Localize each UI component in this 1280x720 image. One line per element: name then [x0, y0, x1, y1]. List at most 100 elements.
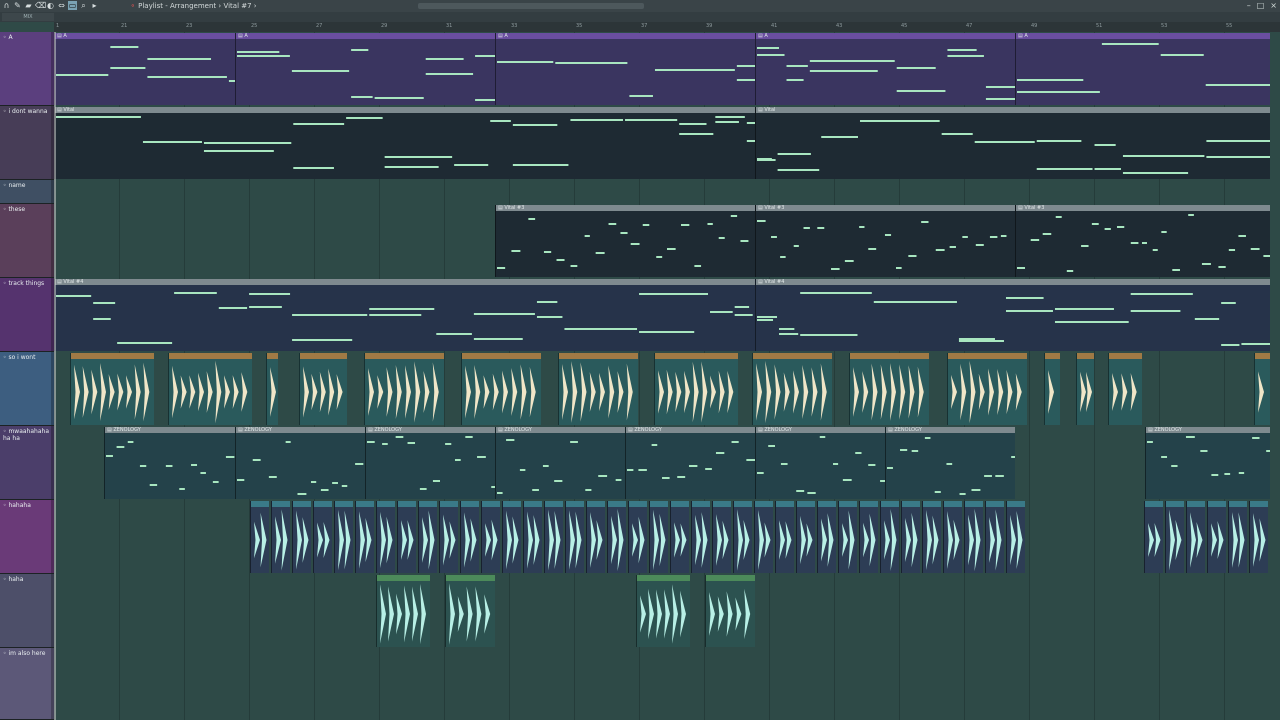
audio-clip-hahaha[interactable]: [943, 501, 962, 573]
clip-vital-3[interactable]: ▤ Vital #3: [1015, 205, 1270, 277]
play-icon[interactable]: ▸: [90, 1, 99, 10]
horizontal-scrollbar[interactable]: [418, 3, 644, 9]
zoom-icon[interactable]: ⌕: [79, 1, 88, 10]
audio-clip-so-i-wont[interactable]: [1044, 353, 1060, 425]
audio-clip-hahaha[interactable]: [544, 501, 563, 573]
snap-selector[interactable]: MIX: [2, 13, 54, 21]
pattern-name[interactable]: Vital #7: [223, 2, 251, 10]
draw-icon[interactable]: ✎: [13, 1, 22, 10]
clip-A[interactable]: ▤ A: [54, 33, 235, 105]
audio-clip-hahaha[interactable]: [817, 501, 836, 573]
paint-icon[interactable]: ▰: [24, 1, 33, 10]
audio-clip-hahaha[interactable]: [250, 501, 269, 573]
audio-clip-so-i-wont[interactable]: [461, 353, 541, 425]
audio-clip-hahaha[interactable]: [838, 501, 857, 573]
audio-clip-hahaha[interactable]: [292, 501, 311, 573]
audio-clip-hahaha[interactable]: [985, 501, 1004, 573]
audio-clip-so-i-wont[interactable]: [849, 353, 929, 425]
track-header[interactable]: ◦ hahaha: [0, 500, 54, 574]
audio-clip-haha[interactable]: [376, 575, 430, 647]
clip-zenology[interactable]: ▤ ZENOLOGY: [755, 427, 885, 499]
audio-clip-so-i-wont[interactable]: [558, 353, 638, 425]
track-header[interactable]: ◦ haha: [0, 574, 54, 648]
track-header[interactable]: ◦ i dont wanna: [0, 106, 54, 180]
track-header[interactable]: ◦ name: [0, 180, 54, 204]
clip-vital-4[interactable]: ▤ Vital #4: [54, 279, 755, 351]
audio-clip-so-i-wont[interactable]: [947, 353, 1027, 425]
audio-clip-hahaha[interactable]: [691, 501, 710, 573]
clip-vital-4[interactable]: ▤ Vital #4: [755, 279, 1270, 351]
audio-clip-so-i-wont[interactable]: [266, 353, 278, 425]
audio-clip-hahaha[interactable]: [523, 501, 542, 573]
mute-icon[interactable]: ◐: [46, 1, 55, 10]
select-icon[interactable]: ▭: [68, 1, 77, 10]
track-header[interactable]: ◦ A: [0, 32, 54, 106]
audio-clip-so-i-wont[interactable]: [168, 353, 252, 425]
audio-clip-so-i-wont[interactable]: [654, 353, 738, 425]
track-header[interactable]: ◦ im also here: [0, 648, 54, 720]
audio-clip-hahaha[interactable]: [775, 501, 794, 573]
audio-clip-hahaha[interactable]: [712, 501, 731, 573]
track-header[interactable]: ◦ so i wont: [0, 352, 54, 426]
track-header[interactable]: ◦ track things: [0, 278, 54, 352]
audio-clip-hahaha[interactable]: [1006, 501, 1025, 573]
audio-clip-hahaha[interactable]: [649, 501, 668, 573]
audio-clip-haha[interactable]: [445, 575, 495, 647]
audio-clip-hahaha[interactable]: [733, 501, 752, 573]
clip-zenology[interactable]: ▤ ZENOLOGY: [885, 427, 1015, 499]
audio-clip-hahaha[interactable]: [1186, 501, 1205, 573]
playlist-grid[interactable]: ▤ A ▤ A ▤ A ▤ A ▤ A ▤ Vital ▤ Vital ▤ Vital #3 ▤…: [54, 32, 1280, 720]
audio-clip-so-i-wont[interactable]: [1076, 353, 1094, 425]
clip-zenology[interactable]: ▤ ZENOLOGY: [365, 427, 495, 499]
clip-zenology[interactable]: ▤ ZENOLOGY: [235, 427, 365, 499]
clip-A[interactable]: ▤ A: [755, 33, 1015, 105]
clip-A[interactable]: ▤ A: [235, 33, 495, 105]
audio-clip-so-i-wont[interactable]: [1254, 353, 1270, 425]
audio-clip-hahaha[interactable]: [460, 501, 479, 573]
audio-clip-hahaha[interactable]: [628, 501, 647, 573]
clip-zenology[interactable]: ▤ ZENOLOGY: [1145, 427, 1270, 499]
clip-vital[interactable]: ▤ Vital: [54, 107, 755, 179]
audio-clip-hahaha[interactable]: [313, 501, 332, 573]
close-button[interactable]: ×: [1270, 0, 1277, 12]
audio-clip-so-i-wont[interactable]: [70, 353, 154, 425]
delete-icon[interactable]: ⌫: [35, 1, 46, 10]
audio-clip-hahaha[interactable]: [607, 501, 626, 573]
audio-clip-hahaha[interactable]: [1249, 501, 1268, 573]
audio-clip-hahaha[interactable]: [670, 501, 689, 573]
audio-clip-so-i-wont[interactable]: [299, 353, 347, 425]
audio-clip-hahaha[interactable]: [796, 501, 815, 573]
audio-clip-so-i-wont[interactable]: [1108, 353, 1142, 425]
audio-clip-hahaha[interactable]: [502, 501, 521, 573]
clip-vital[interactable]: ▤ Vital: [755, 107, 1270, 179]
minimize-button[interactable]: –: [1247, 0, 1251, 12]
track-header[interactable]: ◦ mwaahahahaha ha: [0, 426, 54, 500]
clip-vital-3[interactable]: ▤ Vital #3: [495, 205, 755, 277]
audio-clip-hahaha[interactable]: [565, 501, 584, 573]
audio-clip-hahaha[interactable]: [922, 501, 941, 573]
audio-clip-hahaha[interactable]: [880, 501, 899, 573]
audio-clip-hahaha[interactable]: [901, 501, 920, 573]
audio-clip-hahaha[interactable]: [271, 501, 290, 573]
audio-clip-hahaha[interactable]: [1144, 501, 1163, 573]
audio-clip-so-i-wont[interactable]: [364, 353, 444, 425]
audio-clip-hahaha[interactable]: [1165, 501, 1184, 573]
audio-clip-so-i-wont[interactable]: [752, 353, 832, 425]
audio-clip-hahaha[interactable]: [1228, 501, 1247, 573]
audio-clip-haha[interactable]: [705, 575, 755, 647]
track-lane[interactable]: [54, 180, 1280, 205]
clip-zenology[interactable]: ▤ ZENOLOGY: [625, 427, 755, 499]
clip-A[interactable]: ▤ A: [495, 33, 755, 105]
audio-clip-hahaha[interactable]: [964, 501, 983, 573]
audio-clip-hahaha[interactable]: [418, 501, 437, 573]
clip-A[interactable]: ▤ A: [1015, 33, 1270, 105]
playhead[interactable]: [54, 32, 56, 720]
clip-zenology[interactable]: ▤ ZENOLOGY: [495, 427, 625, 499]
audio-clip-hahaha[interactable]: [481, 501, 500, 573]
track-header[interactable]: ◦ these: [0, 204, 54, 278]
audio-clip-hahaha[interactable]: [334, 501, 353, 573]
maximize-button[interactable]: □: [1257, 0, 1265, 12]
audio-clip-haha[interactable]: [636, 575, 690, 647]
audio-clip-hahaha[interactable]: [376, 501, 395, 573]
magnet-icon[interactable]: ∩: [2, 1, 11, 10]
